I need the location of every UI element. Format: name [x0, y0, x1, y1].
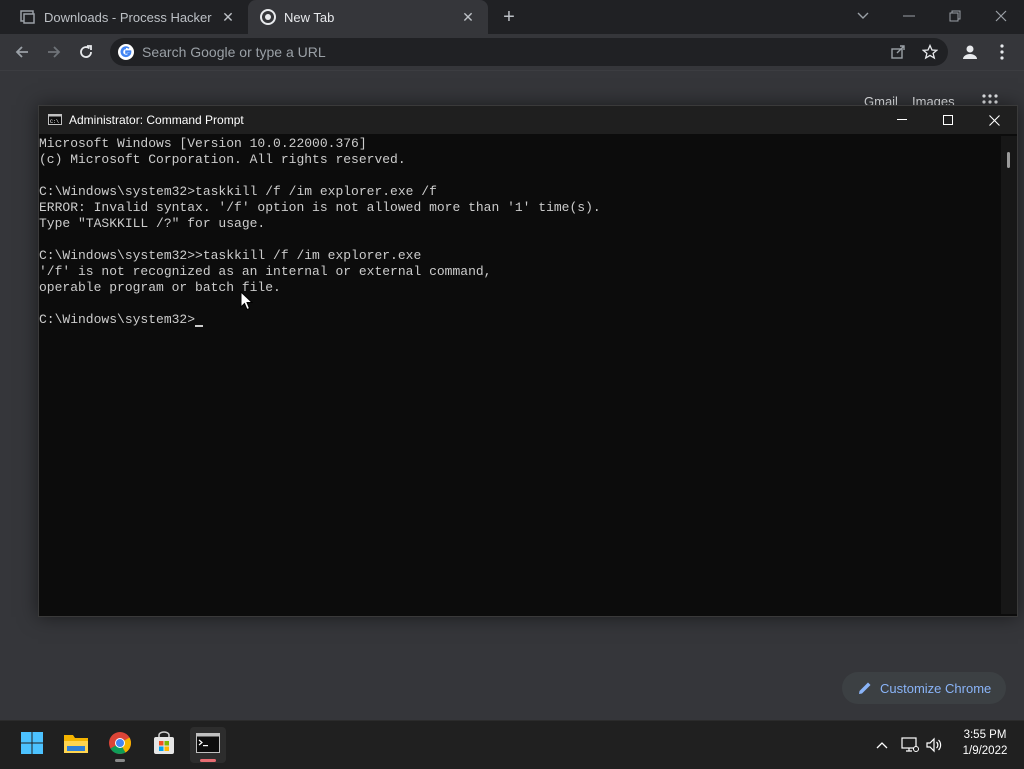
customize-chrome-label: Customize Chrome [880, 680, 992, 696]
console-line: (c) Microsoft Corporation. All rights re… [39, 152, 406, 167]
console-line: C:\Windows\system32>>taskkill /f /im exp… [39, 248, 422, 263]
restore-icon[interactable] [932, 0, 978, 32]
close-tab-icon[interactable]: ✕ [218, 7, 238, 27]
bookmark-star-icon[interactable] [916, 38, 944, 66]
cmd-title-bar[interactable]: C:\ Administrator: Command Prompt [39, 106, 1017, 134]
browser-toolbar: Search Google or type a URL [0, 34, 1024, 71]
tab-new-tab[interactable]: New Tab ✕ [248, 0, 488, 34]
active-indicator [200, 759, 216, 762]
cmd-window-icon: C:\ [48, 114, 62, 125]
new-tab-plus-icon[interactable]: + [498, 6, 520, 28]
console-line: '/f' is not recognized as an internal or… [39, 264, 492, 279]
google-g-icon [118, 44, 134, 60]
terminal-icon [196, 732, 220, 758]
console-line: Microsoft Windows [Version 10.0.22000.37… [39, 136, 367, 151]
taskbar: 3:55 PM 1/9/2022 [0, 720, 1024, 769]
address-bar[interactable]: Search Google or type a URL [110, 38, 948, 66]
cmd-maximize-icon[interactable] [925, 106, 971, 134]
running-indicator [115, 759, 125, 762]
tab-title: Downloads - Process Hacker [44, 9, 212, 25]
scrollbar-thumb[interactable] [1007, 152, 1010, 168]
start-icon [20, 731, 44, 760]
forward-arrow-icon[interactable] [40, 38, 68, 66]
process-hacker-icon [20, 9, 36, 25]
chrome-favicon-icon [260, 9, 276, 25]
console-output[interactable]: Microsoft Windows [Version 10.0.22000.37… [39, 136, 999, 614]
close-tab-icon[interactable]: ✕ [458, 7, 478, 27]
system-clock[interactable]: 3:55 PM 1/9/2022 [950, 727, 1020, 759]
command-prompt-taskbar-button[interactable] [190, 727, 226, 763]
svg-text:C:\: C:\ [50, 119, 59, 125]
chrome-taskbar-button[interactable] [102, 727, 138, 763]
tab-downloads-process-hacker[interactable]: Downloads - Process Hacker ✕ [8, 0, 248, 34]
clock-date: 1/9/2022 [962, 745, 1008, 757]
close-window-icon[interactable] [978, 0, 1024, 32]
console-line: C:\Windows\system32>taskkill /f /im expl… [39, 184, 437, 199]
console-prompt-line[interactable]: C:\Windows\system32> [39, 312, 204, 328]
omnibox-placeholder: Search Google or type a URL [142, 44, 326, 60]
chrome-icon [108, 731, 132, 760]
share-icon[interactable] [884, 38, 912, 66]
console-prompt: C:\Windows\system32> [39, 312, 196, 327]
command-prompt-window[interactable]: C:\ Administrator: Command Prompt Micros… [38, 105, 1018, 617]
tab-strip: Downloads - Process Hacker ✕ New Tab ✕ + [0, 0, 1024, 34]
network-icon[interactable] [900, 735, 920, 755]
volume-icon[interactable] [924, 735, 944, 755]
store-icon [152, 730, 176, 760]
reload-icon[interactable] [72, 38, 100, 66]
file-explorer-button[interactable] [58, 727, 94, 763]
customize-chrome-button[interactable]: Customize Chrome [842, 672, 1006, 704]
back-arrow-icon[interactable] [8, 38, 36, 66]
cmd-close-icon[interactable] [971, 106, 1017, 134]
show-hidden-icons-chevron-icon[interactable] [872, 735, 892, 755]
start-button[interactable] [14, 727, 50, 763]
kebab-menu-icon[interactable] [988, 38, 1016, 66]
console-line: ERROR: Invalid syntax. '/f' option is no… [39, 200, 601, 215]
mouse-pointer-icon [240, 290, 254, 311]
minimize-icon[interactable] [886, 0, 932, 32]
cmd-minimize-icon[interactable] [879, 106, 925, 134]
tab-search-chevron-icon[interactable] [840, 0, 886, 32]
profile-avatar-icon[interactable] [956, 38, 984, 66]
store-button[interactable] [146, 727, 182, 763]
tab-title: New Tab [284, 9, 335, 25]
cmd-window-title: Administrator: Command Prompt [69, 113, 244, 127]
cmd-scrollbar[interactable] [1001, 136, 1017, 614]
text-cursor [195, 325, 204, 327]
file-explorer-icon [63, 732, 89, 759]
pencil-icon [858, 681, 872, 695]
clock-time: 3:55 PM [963, 729, 1007, 741]
console-line: Type "TASKKILL /?" for usage. [39, 216, 266, 231]
